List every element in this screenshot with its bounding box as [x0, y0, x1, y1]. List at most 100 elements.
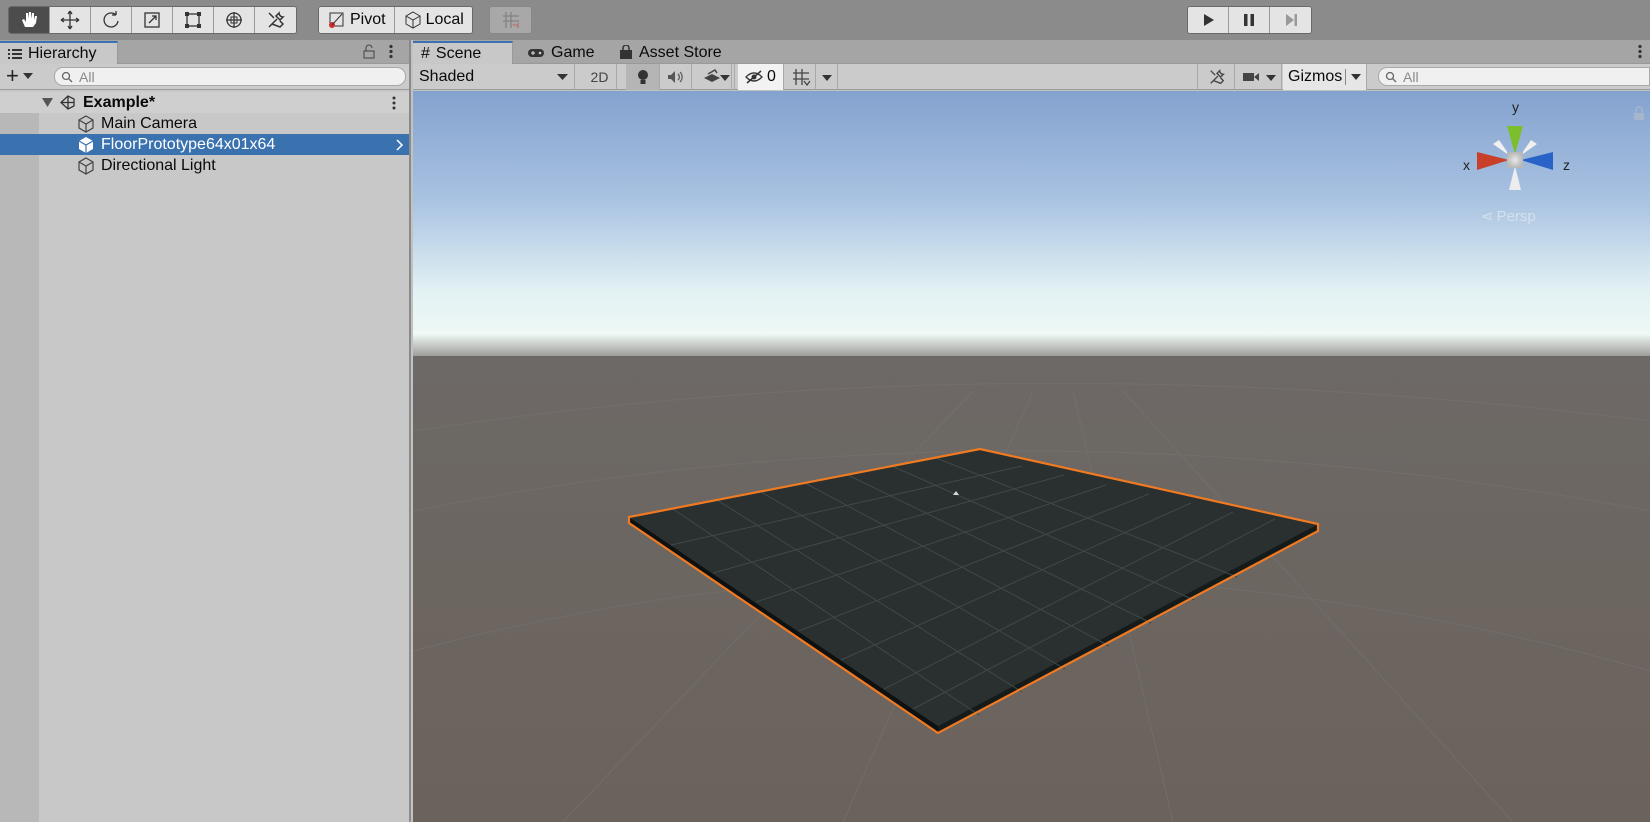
hidden-objects-toggle[interactable]: 0 — [738, 64, 784, 90]
playback-controls — [1187, 6, 1312, 34]
grid-snap-icon — [502, 12, 519, 28]
shading-mode-dropdown[interactable]: Shaded — [413, 64, 575, 90]
search-icon — [61, 71, 73, 82]
grid-toggle[interactable] — [786, 64, 816, 90]
gizmos-label: Gizmos — [1288, 68, 1343, 85]
eye-slash-icon — [745, 70, 763, 84]
tab-game-label: Game — [551, 43, 595, 61]
grid-hash-icon: # — [421, 44, 430, 62]
hierarchy-item-main-camera[interactable]: Main Camera — [0, 113, 409, 134]
local-toggle[interactable]: Local — [394, 7, 472, 33]
expand-arrow-icon[interactable] — [42, 98, 53, 107]
more-options-icon[interactable] — [1638, 44, 1642, 59]
scene-tabbar: # Scene Game Asset Store — [413, 40, 1650, 64]
play-button[interactable] — [1188, 7, 1229, 33]
local-cube-icon — [405, 11, 421, 29]
gizmo-center-cube[interactable] — [1507, 152, 1523, 168]
main-toolbar: Pivot Local — [0, 0, 1650, 40]
scale-tool-button[interactable] — [132, 7, 173, 33]
tab-hierarchy[interactable]: Hierarchy — [0, 41, 118, 64]
tab-game[interactable]: Game — [519, 41, 603, 64]
pivot-toggle[interactable]: Pivot — [319, 7, 395, 33]
hierarchy-search-row: + All — [0, 64, 409, 90]
hierarchy-panel: Hierarchy + All Example* Main Camera Flo… — [0, 40, 411, 822]
snap-controls — [489, 6, 532, 34]
pause-icon — [1244, 14, 1254, 26]
skybox — [413, 91, 1650, 361]
tab-scene[interactable]: # Scene — [413, 41, 513, 64]
step-icon — [1285, 14, 1297, 26]
gizmo-x-label: x — [1463, 157, 1470, 173]
scene-name: Example* — [83, 93, 156, 111]
transform-tools — [8, 6, 297, 34]
pivot-label: Pivot — [350, 11, 386, 28]
hidden-count: 0 — [767, 68, 776, 85]
gameobject-cube-icon — [78, 157, 94, 175]
scene-viewport[interactable]: y x z ⋖ Persp — [413, 91, 1650, 822]
shading-mode-label: Shaded — [419, 68, 475, 85]
projection-toggle[interactable]: ⋖ Persp — [1481, 207, 1536, 226]
pivot-controls: Pivot Local — [318, 6, 473, 34]
hierarchy-search-input[interactable]: All — [54, 67, 406, 86]
transform-tool-button[interactable] — [214, 7, 255, 33]
rect-tool-button[interactable] — [173, 7, 214, 33]
chevron-down-icon — [22, 73, 33, 79]
tab-asset-store-label: Asset Store — [639, 43, 722, 61]
scene-panel: # Scene Game Asset Store Shaded 2D 0 Giz… — [413, 40, 1650, 822]
scene-tools-toggle[interactable] — [1199, 64, 1235, 90]
gizmo-y-label: y — [1512, 99, 1519, 115]
persp-label: Persp — [1496, 207, 1536, 225]
hierarchy-item-floor-prototype[interactable]: FloorPrototype64x01x64 — [0, 134, 409, 155]
effects-chevron[interactable] — [715, 64, 735, 90]
grid-icon — [792, 69, 811, 87]
gamepad-icon — [528, 48, 544, 57]
list-icon — [8, 48, 22, 59]
lighting-toggle[interactable] — [626, 64, 660, 90]
move-tool-icon — [60, 10, 80, 30]
gameobject-cube-icon — [78, 115, 94, 133]
local-label: Local — [425, 11, 464, 28]
2d-mode-toggle[interactable]: 2D — [583, 64, 617, 90]
camera-settings-dropdown[interactable] — [1236, 64, 1282, 90]
tab-asset-store[interactable]: Asset Store — [611, 41, 730, 64]
scene-search-input[interactable]: All — [1378, 67, 1650, 86]
scene-options-icon[interactable] — [392, 96, 396, 110]
lightbulb-icon — [637, 69, 648, 84]
pause-button[interactable] — [1229, 7, 1270, 33]
gizmos-dropdown[interactable]: Gizmos — [1283, 64, 1367, 90]
search-icon — [1385, 71, 1397, 82]
chevron-right-icon[interactable] — [396, 139, 404, 151]
speaker-icon — [667, 71, 683, 83]
tools-icon — [1209, 69, 1225, 85]
toolbar-divider — [1197, 64, 1198, 90]
move-tool-button[interactable] — [50, 7, 91, 33]
scene-toolbar: Shaded 2D 0 Gizmos All — [413, 64, 1650, 90]
grid-snap-toggle[interactable] — [490, 7, 531, 33]
gameobject-cube-icon — [78, 137, 94, 153]
grid-chevron[interactable] — [816, 64, 838, 90]
item-label: Main Camera — [101, 114, 198, 132]
transform-tool-icon — [226, 12, 242, 28]
item-label: Directional Light — [101, 156, 216, 174]
chevron-down-icon — [1351, 74, 1361, 80]
rotate-tool-button[interactable] — [91, 7, 132, 33]
more-options-icon[interactable] — [389, 44, 393, 59]
create-dropdown[interactable]: + — [6, 65, 33, 87]
custom-tools-button[interactable] — [255, 7, 296, 33]
persp-icon: ⋖ — [1481, 208, 1494, 225]
lock-icon[interactable] — [363, 44, 375, 59]
search-placeholder: All — [1403, 68, 1419, 85]
pivot-icon — [329, 12, 344, 28]
hand-tool-icon — [22, 12, 37, 27]
audio-toggle[interactable] — [660, 64, 692, 90]
scene-row[interactable]: Example* — [0, 92, 409, 113]
hierarchy-list: Example* Main Camera FloorPrototype64x01… — [0, 92, 409, 822]
step-button[interactable] — [1270, 7, 1311, 33]
custom-tools-icon — [267, 11, 285, 28]
hierarchy-item-directional-light[interactable]: Directional Light — [0, 155, 409, 176]
rect-tool-icon — [185, 12, 201, 28]
hand-tool-button[interactable] — [9, 7, 50, 33]
tab-scene-label: Scene — [435, 44, 482, 62]
play-icon — [1204, 14, 1214, 26]
search-placeholder: All — [79, 68, 95, 85]
